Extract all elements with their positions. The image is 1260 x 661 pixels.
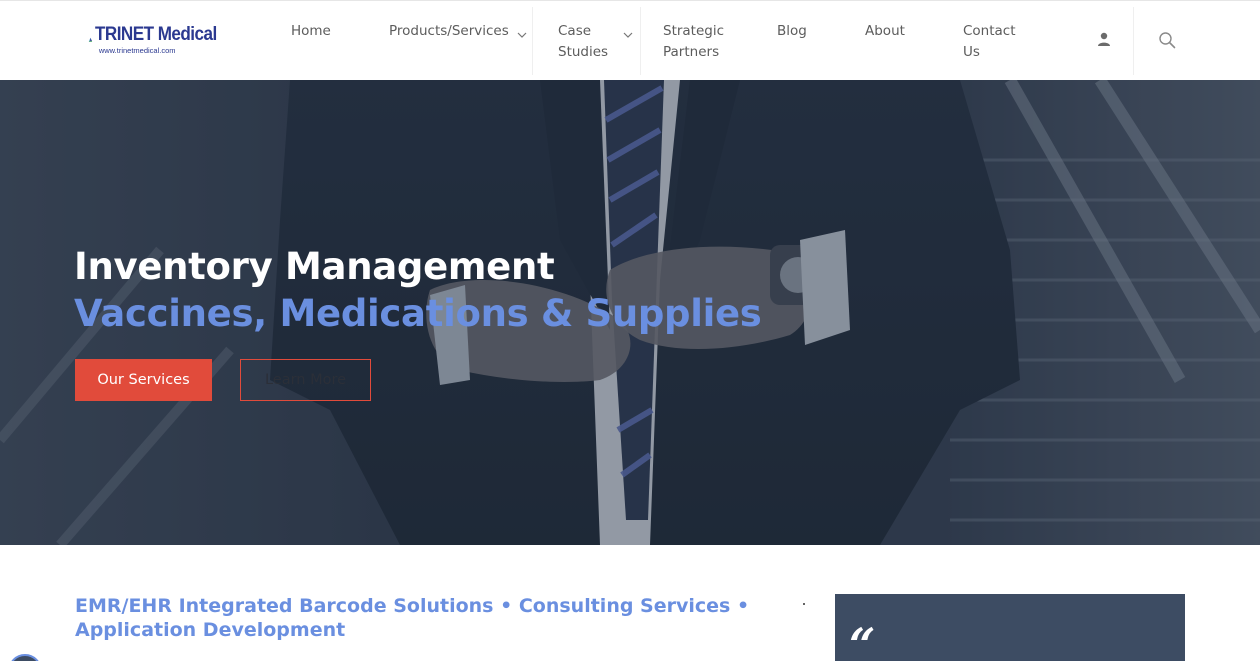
learn-more-button[interactable]: Learn More: [240, 359, 371, 401]
nav-about-label: About: [865, 23, 905, 39]
hero-section: Inventory Management Vaccines, Medicatio…: [0, 80, 1260, 545]
nav-strategic-partners[interactable]: Strategic Partners: [663, 21, 724, 63]
logo[interactable]: TRINET Medical www.trinetmedical.com: [88, 20, 230, 62]
nav-blog-label: Blog: [777, 23, 807, 39]
nav-contact-us-line1: Contact: [963, 23, 1016, 39]
nav-products-services-label: Products/Services: [389, 23, 509, 39]
nav-divider: [532, 7, 533, 75]
quote-icon: “: [849, 618, 876, 661]
nav-case-studies[interactable]: Case Studies: [558, 21, 608, 63]
logo-url: www.trinetmedical.com: [98, 46, 176, 55]
nav-contact-us[interactable]: Contact Us: [963, 21, 1016, 63]
our-services-button[interactable]: Our Services: [75, 359, 212, 401]
chevron-down-icon[interactable]: [516, 29, 528, 41]
decorative-dot: [803, 603, 805, 605]
user-icon[interactable]: [1096, 31, 1112, 47]
site-header: TRINET Medical www.trinetmedical.com Hom…: [0, 0, 1260, 80]
logo-name: TRINET Medical: [94, 24, 217, 45]
nav-products-services[interactable]: Products/Services: [389, 21, 509, 42]
hero-subtitle: Vaccines, Medications & Supplies: [74, 292, 762, 335]
nav-strategic-partners-line2: Partners: [663, 44, 720, 60]
nav-blog[interactable]: Blog: [777, 21, 807, 42]
services-tagline: EMR/EHR Integrated Barcode Solutions • C…: [75, 595, 750, 641]
trinet-logo-icon: [88, 37, 93, 42]
nav-case-studies-line2: Studies: [558, 44, 609, 60]
nav-case-studies-line1: Case: [558, 23, 592, 39]
nav-home[interactable]: Home: [291, 21, 331, 42]
nav-contact-us-line2: Us: [963, 44, 980, 60]
nav-about[interactable]: About: [865, 21, 905, 42]
nav-divider: [1133, 7, 1134, 75]
testimonial-card: “: [835, 594, 1185, 661]
search-icon[interactable]: [1158, 31, 1176, 49]
nav-strategic-partners-line1: Strategic: [663, 23, 725, 39]
nav-home-label: Home: [291, 23, 331, 39]
chat-widget-icon[interactable]: [8, 654, 42, 661]
hero-title: Inventory Management: [74, 245, 555, 288]
chevron-down-icon[interactable]: [622, 29, 634, 41]
nav-divider: [640, 7, 641, 75]
